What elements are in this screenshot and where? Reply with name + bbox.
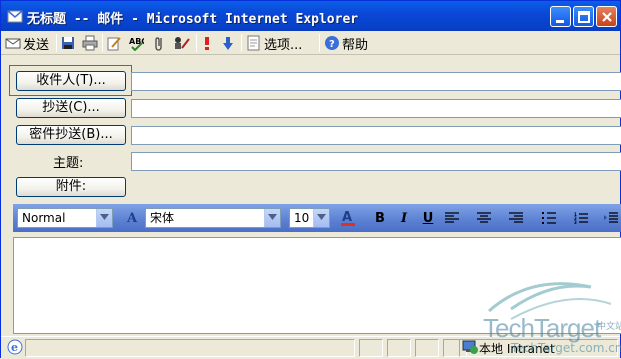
options-icon [247, 35, 260, 51]
status-pane [387, 339, 411, 357]
font-icon: A [126, 210, 138, 226]
bcc-button[interactable]: 密件抄送(B)... [16, 125, 126, 145]
align-right-button[interactable] [507, 209, 525, 227]
font-color-button[interactable]: A [339, 209, 357, 227]
subject-field[interactable] [131, 152, 621, 171]
size-select[interactable]: 10 [289, 208, 330, 228]
print-button[interactable] [82, 33, 98, 53]
title-bar[interactable]: 无标题 -- 邮件 - Microsoft Internet Explorer [1, 1, 620, 31]
cc-button[interactable]: 抄送(C)... [16, 98, 126, 118]
indent-button[interactable] [602, 209, 620, 227]
bold-button[interactable]: B [371, 209, 389, 227]
toolbar-separator [56, 34, 57, 52]
indent-icon [604, 212, 618, 223]
toolbar-separator [319, 34, 320, 52]
print-icon [82, 35, 98, 51]
formatting-toolbar: Normal A 宋体 10 A B I U 123 [13, 204, 621, 232]
svg-text:e: e [11, 341, 18, 354]
underline-button[interactable]: U [419, 209, 437, 227]
standard-toolbar: 发送 ABC 选项... [1, 31, 620, 55]
globe-zone-icon [462, 339, 478, 358]
close-button[interactable] [596, 6, 617, 27]
italic-button[interactable]: I [395, 209, 413, 227]
to-button[interactable]: 收件人(T)... [16, 71, 126, 91]
mail-window: 无标题 -- 邮件 - Microsoft Internet Explorer … [0, 0, 621, 358]
cc-field[interactable] [131, 99, 621, 118]
edit-icon [107, 37, 121, 51]
send-icon [5, 38, 21, 49]
status-pane [359, 339, 383, 357]
save-icon [62, 37, 74, 49]
attach-button[interactable] [151, 33, 167, 53]
align-center-button[interactable] [475, 209, 493, 227]
numbering-icon: 123 [574, 212, 588, 224]
high-priority-icon [205, 37, 209, 50]
spellcheck-button[interactable]: ABC [128, 33, 144, 53]
signature-icon [175, 37, 190, 49]
status-pane-main [25, 339, 355, 357]
svg-text:?: ? [329, 39, 335, 50]
send-label: 发送 [23, 37, 50, 53]
align-left-icon [445, 212, 459, 223]
svg-text:3: 3 [574, 220, 577, 224]
toolbar-separator [241, 34, 242, 52]
bullets-icon [542, 212, 556, 224]
align-left-button[interactable] [443, 209, 461, 227]
chevron-down-icon [313, 209, 329, 227]
help-button[interactable]: ? 帮助 [324, 33, 368, 53]
watermark-brand: TechTarget [483, 313, 601, 343]
signature-button[interactable] [173, 33, 191, 53]
edit-button[interactable] [106, 33, 122, 53]
window-title: 无标题 -- 邮件 - Microsoft Internet Explorer [27, 12, 359, 27]
style-select-value: Normal [22, 211, 66, 225]
bullets-button[interactable] [540, 209, 558, 227]
attach-files-button[interactable]: 附件: [16, 177, 126, 197]
help-label: 帮助 [342, 37, 369, 53]
watermark-url: TechTarget.com.cn [511, 341, 621, 355]
chevron-down-icon [264, 209, 280, 227]
numbering-button[interactable]: 123 [572, 209, 590, 227]
spellcheck-icon: ABC [129, 37, 144, 51]
align-center-icon [477, 212, 491, 223]
ie-icon [7, 8, 23, 24]
align-right-icon [509, 212, 523, 223]
options-button[interactable]: 选项... [246, 33, 302, 53]
bcc-field[interactable] [131, 126, 621, 145]
low-priority-icon [223, 37, 233, 50]
save-button[interactable] [60, 33, 76, 53]
size-select-value: 10 [294, 211, 310, 225]
maximize-icon [578, 11, 590, 23]
minimize-button[interactable] [550, 6, 571, 27]
minimize-icon [556, 20, 564, 23]
font-select[interactable]: 宋体 [145, 208, 281, 228]
toolbar-separator [196, 34, 197, 52]
font-select-value: 宋体 [150, 211, 175, 225]
subject-label: 主题: [53, 156, 84, 171]
attach-icon [155, 37, 162, 51]
watermark-suffix: 中文站 [597, 322, 621, 332]
toolbar-separator [102, 34, 103, 52]
close-icon [602, 12, 612, 22]
send-button[interactable]: 发送 [5, 33, 49, 53]
to-field[interactable] [131, 72, 621, 91]
style-select[interactable]: Normal [17, 208, 113, 228]
low-priority-button[interactable] [221, 33, 235, 53]
svg-text:A: A [342, 210, 352, 225]
chevron-down-icon [96, 209, 112, 227]
maximize-button[interactable] [573, 6, 594, 27]
high-priority-button[interactable] [200, 33, 214, 53]
options-label: 选项... [264, 37, 303, 53]
help-icon: ? [325, 36, 339, 50]
status-pane [415, 339, 439, 357]
ie-icon: e [7, 339, 23, 358]
font-color-icon: A [341, 210, 355, 226]
